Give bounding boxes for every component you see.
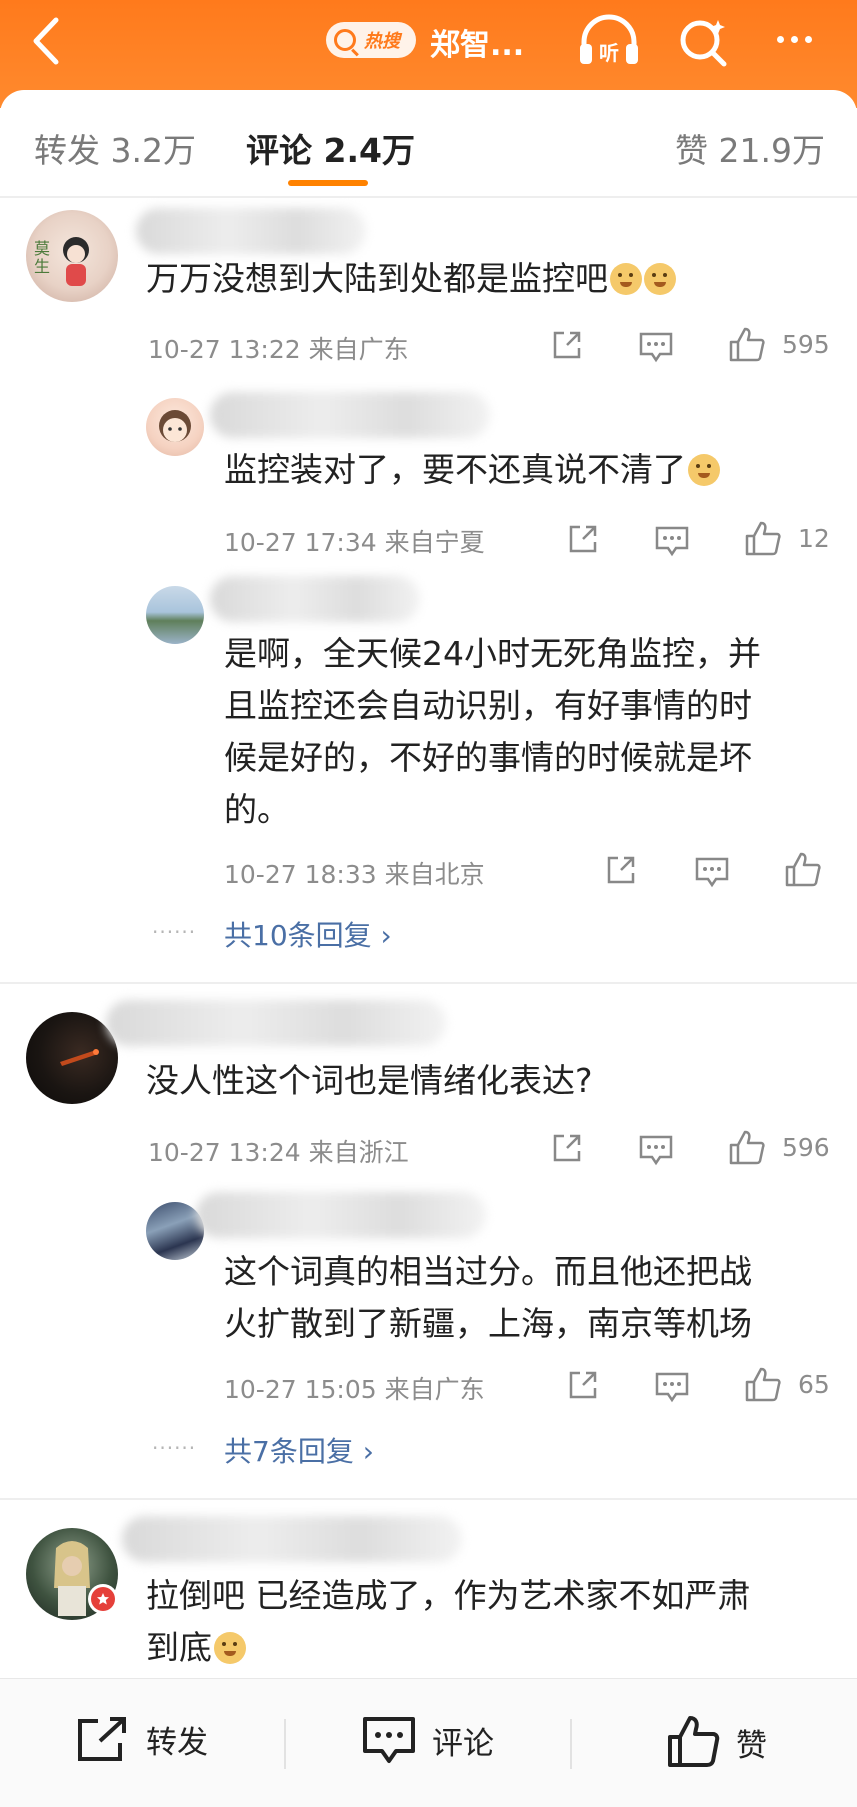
doge-emoji-icon — [610, 263, 642, 295]
view-more-replies-link[interactable]: 共7条回复 › — [224, 1430, 374, 1470]
like-label: 赞 — [736, 1727, 767, 1764]
divider — [570, 1719, 572, 1769]
topic-title[interactable]: 郑智... — [430, 20, 524, 64]
repost-label: 转发 — [146, 1724, 208, 1761]
reply-meta: 10-27 18:33 来自北京 — [224, 860, 485, 889]
divider — [284, 1719, 286, 1769]
like-icon[interactable] — [728, 326, 766, 364]
comment-icon[interactable] — [654, 524, 690, 558]
share-icon[interactable] — [550, 1131, 584, 1165]
repost-button[interactable]: 转发 — [76, 1715, 208, 1763]
comment-button[interactable]: 评论 — [362, 1715, 494, 1765]
search-icon[interactable] — [676, 14, 732, 70]
like-icon[interactable] — [784, 851, 822, 889]
reply-text: 这个词真的相当过分。而且他还把战 火扩散到了新疆，上海，南京等机场 — [224, 1252, 752, 1343]
like-icon[interactable] — [728, 1129, 766, 1167]
comment-icon[interactable] — [638, 1133, 674, 1167]
bottom-action-bar: 转发 评论 赞 — [0, 1678, 857, 1807]
headphone-listen-icon[interactable]: 听 — [576, 12, 642, 68]
search-badge-icon — [334, 29, 356, 51]
comment-text: 拉倒吧 已经造成了，作为艺术家不如严肃 到底 — [146, 1576, 751, 1667]
like-count: 65 — [798, 1370, 830, 1399]
reply-dots: ······ — [152, 920, 197, 944]
svg-text:听: 听 — [599, 41, 619, 65]
username-blurred[interactable] — [210, 576, 420, 622]
username-blurred[interactable] — [122, 1516, 462, 1562]
comment-separator — [0, 1498, 857, 1500]
like-icon[interactable] — [744, 1366, 782, 1404]
tab-like[interactable]: 赞 21.9万 — [675, 124, 825, 172]
verified-badge — [88, 1584, 118, 1614]
doge-emoji-icon — [214, 1632, 246, 1664]
username-blurred[interactable] — [106, 1000, 446, 1046]
like-count: 595 — [782, 330, 830, 359]
reply-meta: 10-27 15:05 来自广东 — [224, 1375, 485, 1404]
svg-text:莫: 莫 — [34, 239, 50, 258]
star-badge-icon — [91, 1587, 115, 1611]
laugh-cry-emoji-icon — [688, 454, 720, 486]
active-tab-indicator — [288, 180, 368, 186]
comment-label: 评论 — [432, 1725, 494, 1762]
hot-search-label: 热搜 — [364, 31, 400, 52]
share-icon[interactable] — [566, 1368, 600, 1402]
comment-icon[interactable] — [694, 855, 730, 889]
avatar[interactable] — [26, 1012, 118, 1104]
username-blurred[interactable] — [210, 392, 490, 438]
comment-meta: 10-27 13:22 来自广东 — [148, 335, 409, 364]
reply-text: 监控装对了，要不还真说不清了 — [224, 444, 720, 496]
comment-icon[interactable] — [654, 1370, 690, 1404]
username-blurred[interactable] — [196, 1192, 486, 1238]
back-arrow-icon[interactable] — [26, 14, 66, 68]
share-icon[interactable] — [604, 853, 638, 887]
reply-dots: ······ — [152, 1436, 197, 1460]
more-options-icon[interactable] — [764, 14, 824, 64]
reply-text: 是啊，全天候24小时无死角监控，并 且监控还会自动识别，有好事情的时 候是好的，… — [224, 634, 761, 829]
comment-text: 没人性这个词也是情绪化表达? — [146, 1061, 593, 1100]
comment-separator — [0, 982, 857, 984]
like-icon[interactable] — [744, 520, 782, 558]
like-button[interactable]: 赞 — [666, 1715, 767, 1769]
comment-text: 万万没想到大陆到处都是监控吧 — [146, 253, 676, 305]
reply-meta: 10-27 17:34 来自宁夏 — [224, 528, 485, 557]
tab-repost[interactable]: 转发 3.2万 — [34, 124, 196, 172]
avatar[interactable]: 莫 生 — [26, 210, 118, 302]
tab-comment[interactable]: 评论 2.4万 — [246, 124, 415, 172]
like-icon — [668, 1716, 720, 1767]
share-icon[interactable] — [550, 328, 584, 362]
avatar[interactable] — [146, 398, 204, 456]
svg-text:生: 生 — [34, 257, 50, 276]
share-icon[interactable] — [566, 522, 600, 556]
username-blurred[interactable] — [136, 208, 366, 254]
view-more-replies-link[interactable]: 共10条回复 › — [224, 914, 392, 954]
divider — [0, 196, 857, 198]
avatar[interactable] — [146, 586, 204, 644]
doge-emoji-icon — [644, 263, 676, 295]
comment-icon[interactable] — [638, 330, 674, 364]
repost-icon — [78, 1717, 126, 1761]
like-count: 596 — [782, 1133, 830, 1162]
comment-meta: 10-27 13:24 来自浙江 — [148, 1138, 409, 1167]
hot-search-badge[interactable]: 热搜 — [326, 22, 416, 58]
comment-icon — [363, 1717, 415, 1763]
like-count: 12 — [798, 524, 830, 553]
